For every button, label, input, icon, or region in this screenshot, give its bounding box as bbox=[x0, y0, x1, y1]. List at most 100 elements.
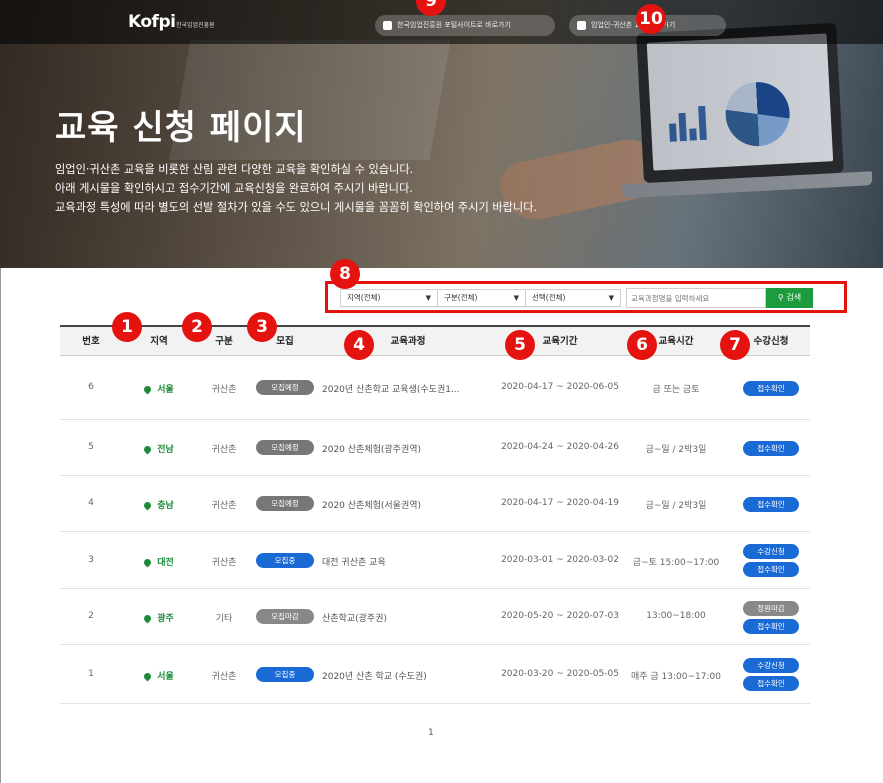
row-status: 모집예정 bbox=[252, 380, 318, 395]
location-pin-icon bbox=[142, 557, 153, 567]
location-pin-icon bbox=[142, 384, 153, 395]
row-region: 서울 bbox=[122, 382, 196, 395]
row-period: 2020-04-17 ~ 2020-04-19 bbox=[501, 498, 619, 508]
status-badge: 모집예정 bbox=[256, 496, 314, 511]
chevron-down-icon: ▼ bbox=[425, 294, 431, 302]
row-time: 13:00~18:00 bbox=[646, 611, 706, 621]
row-time: 매주 금 13:00~17:00 bbox=[631, 671, 721, 682]
row-course-title[interactable]: 2020년 산촌학교 교육생(수도권1... bbox=[322, 382, 494, 395]
row-period: 2020-05-20 ~ 2020-07-03 bbox=[501, 611, 619, 621]
row-region: 전남 bbox=[122, 442, 196, 455]
table-row[interactable]: 3 대전 귀산촌 모집중 대전 귀산촌 교육 2020-03-01 ~ 2020-03-0… bbox=[60, 532, 810, 589]
chevron-down-icon: ▼ bbox=[513, 294, 519, 302]
check-receipt-button[interactable]: 접수확인 bbox=[743, 676, 799, 691]
row-status: 모집중 bbox=[252, 552, 318, 568]
row-period: 2020-03-20 ~ 2020-05-05 bbox=[501, 668, 619, 679]
row-region-label: 서울 bbox=[157, 385, 174, 395]
row-number: 2 bbox=[88, 611, 94, 621]
row-status: 모집중 bbox=[252, 666, 318, 682]
region-select[interactable]: 지역(전체) ▼ bbox=[340, 289, 438, 307]
chevron-down-icon: ▼ bbox=[608, 294, 614, 302]
search-button[interactable]: ⚲ 검색 bbox=[766, 288, 813, 308]
portal-link-label: 한국임업진흥원 포털사이트로 바로가기 bbox=[397, 21, 511, 29]
row-status: 모집마감 bbox=[252, 609, 318, 624]
row-region-label: 광주 bbox=[157, 614, 174, 624]
row-region: 서울 bbox=[122, 669, 196, 682]
course-search-input[interactable] bbox=[626, 288, 766, 308]
table-header: 번호 지역 구분 모집 교육과정 교육기간 교육시간 수강신청 bbox=[60, 325, 810, 356]
category-select-value: 구분(전체) bbox=[444, 293, 478, 302]
row-type: 기타 bbox=[215, 614, 233, 624]
annotation-badge-5: 5 bbox=[505, 330, 535, 360]
site-logo-subtitle: 한국임업진흥원 bbox=[176, 22, 215, 29]
pagination-current-page[interactable]: 1 bbox=[428, 728, 434, 738]
status-badge: 모집중 bbox=[256, 552, 314, 568]
check-receipt-button[interactable]: 접수확인 bbox=[743, 440, 799, 456]
annotation-badge-10: 10 bbox=[636, 4, 666, 34]
hero-description-line: 임업인·귀산촌 교육을 비롯한 산림 관련 다양한 교육을 확인하실 수 있습니… bbox=[55, 163, 414, 176]
annotation-badge-4: 4 bbox=[344, 330, 374, 360]
enroll-button[interactable]: 수강신청 bbox=[743, 544, 799, 559]
row-period: 2020-04-17 ~ 2020-06-05 bbox=[501, 382, 619, 392]
row-region-label: 충남 bbox=[157, 501, 174, 511]
category-select[interactable]: 구분(전체) ▼ bbox=[437, 289, 526, 307]
row-region: 충남 bbox=[122, 498, 196, 511]
check-receipt-button[interactable]: 접수확인 bbox=[743, 496, 799, 512]
region-select-value: 지역(전체) bbox=[347, 293, 381, 302]
row-region: 대전 bbox=[122, 555, 196, 568]
hero-banner: Kofpi 한국임업진흥원 한국임업진흥원 포털사이트로 바로가기 임업인-귀산… bbox=[0, 0, 883, 268]
status-badge: 모집마감 bbox=[256, 609, 314, 624]
row-apply: 정원마감접수확인 bbox=[732, 600, 810, 634]
selection-select[interactable]: 선택(전체) ▼ bbox=[525, 289, 621, 307]
selection-select-value: 선택(전체) bbox=[532, 293, 566, 302]
status-badge: 모집중 bbox=[256, 666, 314, 682]
table-row[interactable]: 2 광주 기타 모집마감 산촌학교(광주권) 2020-05-20 ~ 2020-07-0… bbox=[60, 589, 810, 645]
row-type: 귀산촌 bbox=[211, 445, 237, 455]
check-receipt-button[interactable]: 접수확인 bbox=[743, 562, 799, 577]
row-type: 귀산촌 bbox=[211, 671, 237, 682]
row-apply: 접수확인 bbox=[732, 440, 810, 456]
left-edge-rule bbox=[0, 268, 1, 783]
hero-description: 임업인·귀산촌 교육을 비롯한 산림 관련 다양한 교육을 확인하실 수 있습니… bbox=[55, 160, 537, 217]
row-period: 2020-03-01 ~ 2020-03-02 bbox=[501, 554, 619, 565]
row-course-title[interactable]: 산촌학교(광주권) bbox=[322, 611, 494, 624]
row-time: 금~일 / 2박3일 bbox=[645, 445, 707, 455]
row-course-title[interactable]: 2020 산촌체험(광주권역) bbox=[322, 442, 494, 455]
print-icon bbox=[577, 21, 586, 30]
status-badge: 모집예정 bbox=[256, 440, 314, 455]
location-pin-icon bbox=[142, 613, 153, 624]
row-number: 4 bbox=[88, 498, 94, 508]
hero-description-line: 아래 게시물을 확인하시고 접수기간에 교육신청을 완료하여 주시기 바랍니다. bbox=[55, 182, 413, 195]
annotation-badge-8: 8 bbox=[330, 259, 360, 289]
row-course-title[interactable]: 2020년 산촌 학교 (수도권) bbox=[322, 669, 494, 682]
table-row[interactable]: 1 서울 귀산촌 모집중 2020년 산촌 학교 (수도권) 2020-03-20 ~ 2… bbox=[60, 645, 810, 704]
table-row[interactable]: 5 전남 귀산촌 모집예정 2020 산촌체험(광주권역) 2020-04-24 ~ 20… bbox=[60, 420, 810, 476]
row-course-title[interactable]: 2020 산촌체험(서울권역) bbox=[322, 498, 494, 511]
check-receipt-button[interactable]: 접수확인 bbox=[743, 380, 799, 396]
portal-link-button[interactable]: 한국임업진흥원 포털사이트로 바로가기 bbox=[375, 15, 555, 36]
row-course-title[interactable]: 대전 귀산촌 교육 bbox=[322, 555, 494, 568]
row-number: 5 bbox=[88, 442, 94, 452]
site-logo[interactable]: Kofpi bbox=[128, 12, 176, 32]
row-apply: 수강신청접수확인 bbox=[732, 544, 810, 577]
page-title: 교육 신청 페이지 bbox=[55, 108, 307, 148]
location-pin-icon bbox=[142, 671, 153, 681]
link-icon bbox=[383, 21, 392, 30]
row-apply: 접수확인 bbox=[732, 496, 810, 512]
check-receipt-button[interactable]: 접수확인 bbox=[743, 618, 799, 634]
row-number: 3 bbox=[88, 554, 94, 565]
row-apply: 접수확인 bbox=[732, 380, 810, 396]
row-region: 광주 bbox=[122, 611, 196, 624]
search-icon: ⚲ bbox=[777, 293, 784, 302]
status-badge: 모집예정 bbox=[256, 380, 314, 395]
full-capacity-badge: 정원마감 bbox=[743, 600, 799, 616]
enroll-button[interactable]: 수강신청 bbox=[743, 658, 799, 673]
table-row[interactable]: 4 충남 귀산촌 모집예정 2020 산촌체험(서울권역) 2020-04-17 ~ 20… bbox=[60, 476, 810, 532]
row-period: 2020-04-24 ~ 2020-04-26 bbox=[501, 442, 619, 452]
location-pin-icon bbox=[142, 444, 153, 455]
row-region-label: 대전 bbox=[157, 557, 174, 568]
row-status: 모집예정 bbox=[252, 440, 318, 455]
table-row[interactable]: 6 서울 귀산촌 모집예정 2020년 산촌학교 교육생(수도권1... 2020-04-… bbox=[60, 356, 810, 420]
annotation-badge-2: 2 bbox=[182, 312, 212, 342]
row-time: 금 또는 금토 bbox=[652, 385, 700, 395]
